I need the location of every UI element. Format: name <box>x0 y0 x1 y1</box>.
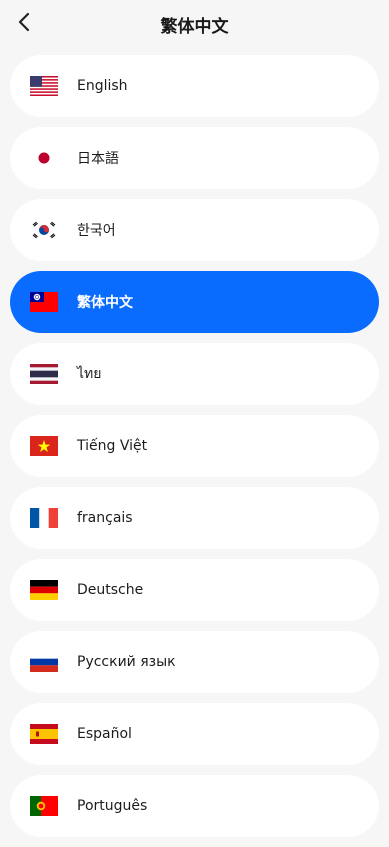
language-list: English 日本語 한국어 繁体中文 ไทย Tiếng Việt fran… <box>10 55 379 847</box>
language-item-german[interactable]: Deutsche <box>10 559 379 621</box>
russia-flag-icon <box>30 652 58 672</box>
language-label: Русский язык <box>77 654 176 670</box>
language-item-vietnamese[interactable]: Tiếng Việt <box>10 415 379 477</box>
language-label: English <box>77 78 128 94</box>
language-label: Tiếng Việt <box>77 438 148 454</box>
spain-flag-icon <box>30 724 58 744</box>
language-label: Português <box>77 798 148 814</box>
france-flag-icon <box>30 508 58 528</box>
language-label: 繁体中文 <box>77 295 133 311</box>
germany-flag-icon <box>30 580 58 600</box>
language-label: ไทย <box>77 366 102 382</box>
us-flag-icon <box>30 76 58 96</box>
language-item-spanish[interactable]: Español <box>10 703 379 765</box>
language-item-russian[interactable]: Русский язык <box>10 631 379 693</box>
language-label: 日本語 <box>77 151 119 167</box>
language-item-traditional-chinese[interactable]: 繁体中文 <box>10 271 379 333</box>
language-item-portuguese[interactable]: Português <box>10 775 379 837</box>
portugal-flag-icon <box>30 796 58 816</box>
language-label: Español <box>77 726 132 742</box>
taiwan-flag-icon <box>30 292 58 312</box>
header: 繁体中文 <box>0 0 389 46</box>
page-title: 繁体中文 <box>160 17 229 37</box>
language-item-french[interactable]: français <box>10 487 379 549</box>
language-label: 한국어 <box>77 223 116 239</box>
language-item-thai[interactable]: ไทย <box>10 343 379 405</box>
korea-flag-icon <box>30 220 58 240</box>
language-item-japanese[interactable]: 日本語 <box>10 127 379 189</box>
japan-flag-icon <box>30 148 58 168</box>
language-label: Deutsche <box>77 582 144 598</box>
language-item-english[interactable]: English <box>10 55 379 117</box>
language-label: français <box>77 510 133 526</box>
language-item-korean[interactable]: 한국어 <box>10 199 379 261</box>
vietnam-flag-icon <box>30 436 58 456</box>
thailand-flag-icon <box>30 364 58 384</box>
